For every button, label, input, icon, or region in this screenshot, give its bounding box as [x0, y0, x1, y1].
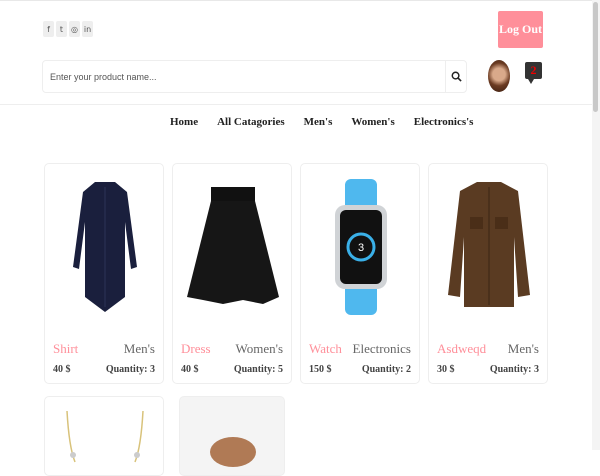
notification-badge[interactable]: 2: [525, 62, 542, 84]
nav-womens[interactable]: Women's: [351, 116, 394, 128]
nav-all-categories[interactable]: All Catagories: [217, 116, 285, 128]
product-name[interactable]: Shirt: [53, 341, 78, 357]
search-button[interactable]: [445, 61, 466, 92]
logout-button[interactable]: Log Out: [498, 11, 543, 48]
product-category: Men's: [123, 341, 155, 356]
product-price: 40 $: [181, 364, 199, 375]
nav-electronics[interactable]: Electronics's: [414, 116, 474, 128]
search-input[interactable]: [43, 61, 445, 92]
header-divider: [0, 104, 592, 105]
product-image: 3: [301, 172, 421, 322]
product-category: Electronics: [352, 341, 411, 356]
product-image: [66, 410, 144, 463]
product-price: 40 $: [53, 364, 71, 375]
main-nav: Home All Catagories Men's Women's Electr…: [170, 116, 473, 128]
product-card[interactable]: Shirt Men's 40 $ Quantity: 3: [44, 163, 164, 384]
product-image: [210, 437, 256, 467]
product-quantity: Quantity: 3: [489, 364, 539, 375]
product-category: Men's: [507, 341, 539, 356]
linkedin-icon[interactable]: in: [82, 21, 93, 37]
search-icon: [451, 71, 462, 82]
product-category: Women's: [235, 341, 283, 356]
product-name[interactable]: Watch: [309, 341, 342, 357]
product-card[interactable]: 3 Watch Electronics 150 $ Quantity: 2: [300, 163, 420, 384]
search-bar: [42, 60, 467, 93]
product-price: 150 $: [309, 364, 332, 375]
nav-home[interactable]: Home: [170, 116, 198, 128]
avatar[interactable]: [488, 60, 510, 92]
product-image: [429, 172, 549, 322]
scrollbar-thumb[interactable]: [593, 2, 598, 112]
instagram-icon[interactable]: ◎: [69, 21, 80, 37]
facebook-icon[interactable]: f: [43, 21, 54, 37]
product-card[interactable]: Asdweqd Men's 30 $ Quantity: 3: [428, 163, 548, 384]
product-name[interactable]: Dress: [181, 341, 211, 357]
nav-mens[interactable]: Men's: [304, 116, 333, 128]
product-card[interactable]: [179, 396, 285, 476]
product-quantity: Quantity: 5: [233, 364, 283, 375]
product-price: 30 $: [437, 364, 455, 375]
product-image: [45, 172, 165, 322]
product-quantity: Quantity: 3: [105, 364, 155, 375]
product-card[interactable]: [44, 396, 164, 476]
product-quantity: Quantity: 2: [361, 364, 411, 375]
svg-text:3: 3: [358, 242, 364, 254]
twitter-icon[interactable]: t: [56, 21, 67, 37]
social-links: f t ◎ in: [43, 21, 93, 37]
top-border: [0, 0, 600, 1]
product-image: [173, 172, 293, 322]
product-name[interactable]: Asdweqd: [437, 341, 486, 357]
product-card[interactable]: Dress Women's 40 $ Quantity: 5: [172, 163, 292, 384]
